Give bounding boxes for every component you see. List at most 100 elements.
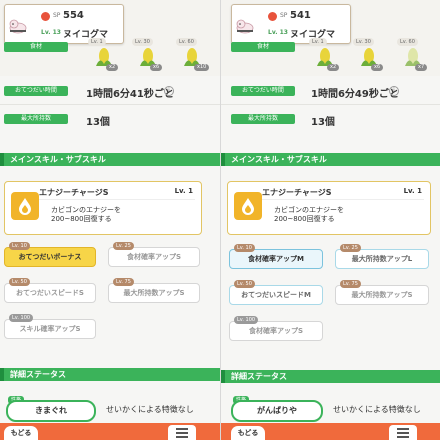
subskill-label: 食材確率アップS bbox=[126, 253, 182, 261]
subskill-level: Lv. 25 bbox=[340, 244, 361, 252]
nature-effect: せいかくによる特徴なし bbox=[106, 405, 194, 414]
skill-description: カビゴンのエナジーを 200~800回復する bbox=[51, 206, 121, 223]
subskill-label: 最大所持数アップS bbox=[351, 291, 413, 299]
nature-button[interactable]: きまぐれ bbox=[6, 400, 96, 422]
sp-label: SP bbox=[53, 12, 61, 19]
section-skills-header: メインスキル・サブスキル bbox=[0, 153, 220, 166]
menu-icon bbox=[176, 428, 188, 430]
pokemon-icon bbox=[236, 19, 254, 34]
divider bbox=[0, 104, 220, 105]
skill-icon-box bbox=[234, 192, 262, 220]
sp-label: SP bbox=[280, 12, 288, 19]
skill-description: カビゴンのエナジーを 200~800回復する bbox=[274, 206, 344, 223]
subskill-button[interactable]: Lv. 10 おてつだいボーナス bbox=[4, 242, 96, 267]
subskill-button[interactable]: Lv. 75 最大所持数アップS bbox=[108, 278, 200, 303]
menu-button[interactable] bbox=[389, 425, 417, 440]
menu-icon bbox=[397, 428, 409, 430]
menu-icon bbox=[176, 436, 188, 438]
ingredient-item[interactable]: Lv. 60 x10 bbox=[172, 38, 212, 74]
subskill-button[interactable]: Lv. 25 最大所持数アップL bbox=[335, 244, 429, 269]
subskill-level: Lv. 10 bbox=[234, 244, 255, 252]
info-icon[interactable]: i bbox=[164, 86, 174, 96]
ingredient-level: Lv. 1 bbox=[88, 38, 106, 46]
max-carry-value: 13個 bbox=[311, 117, 335, 128]
ingredient-level: Lv. 30 bbox=[132, 38, 153, 46]
max-carry-value: 13個 bbox=[86, 117, 110, 128]
ingredient-level: Lv. 60 bbox=[397, 38, 418, 46]
subskill-level: Lv. 50 bbox=[234, 280, 255, 288]
subskill-label: 最大所持数アップL bbox=[351, 255, 413, 263]
subskill-label: 最大所持数アップS bbox=[123, 289, 185, 297]
skill-level: Lv. 1 bbox=[403, 187, 422, 195]
nature-button[interactable]: がんばりや bbox=[231, 400, 323, 422]
info-icon[interactable]: i bbox=[389, 86, 399, 96]
ingredient-item[interactable]: Lv. 30 x6 bbox=[128, 38, 168, 74]
nature-effect: せいかくによる特徴なし bbox=[333, 405, 421, 414]
pokemon-panel-right: SP 541 Lv. 13 ヌイコグマ 食材 Lv. 1 x2 Lv. 30 x… bbox=[220, 0, 440, 440]
divider bbox=[221, 104, 440, 105]
subskill-button[interactable]: Lv. 50 おてつだいスピードM bbox=[229, 280, 323, 305]
section-details-header: 詳細ステータス bbox=[0, 368, 220, 381]
subskill-level: Lv. 100 bbox=[234, 316, 259, 324]
back-button[interactable]: もどる bbox=[4, 426, 38, 440]
subskill-level: Lv. 50 bbox=[9, 278, 30, 286]
ingredient-quantity: x2 bbox=[327, 64, 340, 71]
subskill-button[interactable]: Lv. 10 食材確率アップM bbox=[229, 244, 323, 269]
main-skill-card[interactable]: エナジーチャージS Lv. 1 カビゴンのエナジーを 200~800回復する bbox=[227, 181, 431, 235]
divider bbox=[262, 199, 424, 200]
subskill-level: Lv. 25 bbox=[113, 242, 134, 250]
skill-icon-box bbox=[11, 192, 39, 220]
max-carry-label: 最大所持数 bbox=[231, 114, 295, 124]
ingredient-quantity: x10 bbox=[194, 64, 210, 71]
subskill-label: おてつだいスピードM bbox=[241, 291, 311, 299]
subskill-button[interactable]: Lv. 50 おてつだいスピードS bbox=[4, 278, 96, 303]
skill-name: エナジーチャージS bbox=[39, 188, 109, 197]
subskill-button[interactable]: Lv. 100 食材確率アップS bbox=[229, 316, 323, 341]
ingredient-label: 食材 bbox=[4, 42, 68, 52]
ingredient-quantity: x6 bbox=[371, 64, 384, 71]
ingredient-label: 食材 bbox=[231, 42, 295, 52]
menu-icon bbox=[397, 436, 409, 438]
header-area: SP 541 Lv. 13 ヌイコグマ 食材 Lv. 1 x2 Lv. 30 x… bbox=[221, 0, 440, 76]
back-button[interactable]: もどる bbox=[231, 426, 265, 440]
section-details-header: 詳細ステータス bbox=[221, 370, 440, 383]
subskill-label: 食材確率アップS bbox=[248, 327, 304, 335]
subskill-level: Lv. 75 bbox=[113, 278, 134, 286]
subskill-button[interactable]: Lv. 25 食材確率アップS bbox=[108, 242, 200, 267]
ingredient-quantity: x2 bbox=[106, 64, 119, 71]
subskill-label: おてつだいスピードS bbox=[16, 289, 84, 297]
ingredient-level: Lv. 60 bbox=[176, 38, 197, 46]
ingredient-item[interactable]: Lv. 30 x6 bbox=[349, 38, 389, 74]
header-area: SP 554 Lv. 13 ヌイコグマ 食材 Lv. 1 x2 Lv. 30 x… bbox=[0, 0, 220, 76]
pokemon-level: Lv. 13 bbox=[41, 29, 61, 36]
skill-level: Lv. 1 bbox=[174, 187, 193, 195]
ingredient-list: Lv. 1 x2 Lv. 30 x6 Lv. 60 x7 bbox=[305, 38, 440, 74]
sp-value: 541 bbox=[290, 10, 311, 21]
ingredient-level: Lv. 30 bbox=[353, 38, 374, 46]
subskill-button[interactable]: Lv. 100 スキル確率アップS bbox=[4, 314, 96, 339]
menu-icon bbox=[397, 432, 409, 434]
ingredient-item[interactable]: Lv. 1 x2 bbox=[84, 38, 124, 74]
main-skill-card[interactable]: エナジーチャージS Lv. 1 カビゴンのエナジーを 200~800回復する bbox=[4, 181, 202, 235]
subskill-level: Lv. 100 bbox=[9, 314, 34, 322]
ingredient-item[interactable]: Lv. 60 x7 bbox=[393, 38, 433, 74]
energy-flame-icon bbox=[242, 198, 254, 215]
menu-button[interactable] bbox=[168, 425, 196, 440]
pokemon-icon bbox=[9, 19, 27, 34]
ingredient-item[interactable]: Lv. 1 x2 bbox=[305, 38, 345, 74]
sp-icon bbox=[41, 12, 50, 21]
subskill-level: Lv. 10 bbox=[9, 242, 30, 250]
ingredient-level: Lv. 1 bbox=[309, 38, 327, 46]
subskill-button[interactable]: Lv. 75 最大所持数アップS bbox=[335, 280, 429, 305]
menu-icon bbox=[176, 432, 188, 434]
help-time-value: 1時間6分49秒ごと bbox=[311, 89, 399, 100]
energy-flame-icon bbox=[19, 198, 31, 215]
skill-name: エナジーチャージS bbox=[262, 188, 332, 197]
section-skills-header: メインスキル・サブスキル bbox=[221, 153, 440, 166]
subskill-label: おてつだいボーナス bbox=[18, 253, 82, 261]
sp-value: 554 bbox=[63, 10, 84, 21]
ingredient-quantity: x6 bbox=[150, 64, 163, 71]
help-time-value: 1時間6分41秒ごと bbox=[86, 89, 174, 100]
sp-icon bbox=[268, 12, 277, 21]
divider bbox=[39, 199, 195, 200]
